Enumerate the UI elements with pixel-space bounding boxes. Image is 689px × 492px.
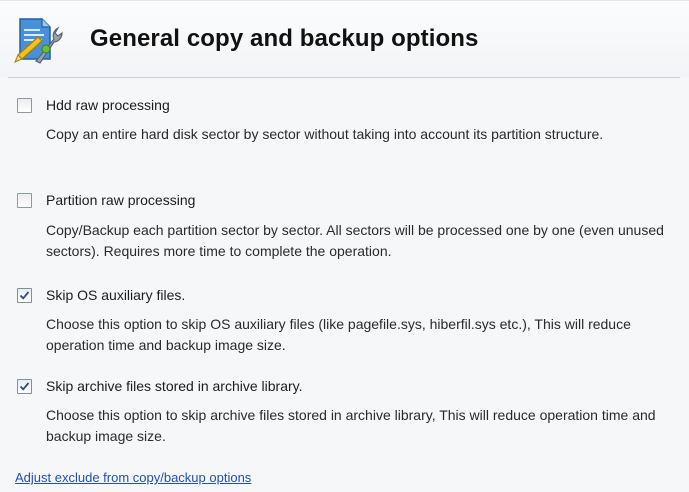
skip-os-auxiliary-files-description: Choose this option to skip OS auxiliary …: [46, 316, 631, 353]
checkmark-icon: [19, 382, 30, 391]
partition-raw-processing-label[interactable]: Partition raw processing: [46, 192, 195, 208]
skip-archive-files-label[interactable]: Skip archive files stored in archive lib…: [46, 378, 303, 394]
options-panel: General copy and backup options Hdd raw …: [0, 0, 689, 492]
partition-raw-processing-description: Copy/Backup each partition sector by sec…: [46, 222, 664, 259]
hdd-raw-processing-description: Copy an entire hard disk sector by secto…: [46, 126, 604, 142]
header-divider: [8, 77, 680, 78]
skip-os-auxiliary-files-checkbox[interactable]: [17, 288, 32, 303]
panel-header: General copy and backup options: [0, 1, 689, 77]
document-wrench-icon: [12, 15, 64, 67]
page-title: General copy and backup options: [90, 25, 479, 52]
hdd-raw-processing-checkbox[interactable]: [17, 98, 32, 113]
checkmark-icon: [19, 291, 30, 300]
adjust-exclude-options-link[interactable]: Adjust exclude from copy/backup options: [15, 470, 251, 485]
partition-raw-processing-checkbox[interactable]: [17, 193, 32, 208]
skip-archive-files-checkbox[interactable]: [17, 379, 32, 394]
skip-os-auxiliary-files-label[interactable]: Skip OS auxiliary files.: [46, 287, 185, 303]
hdd-raw-processing-label[interactable]: Hdd raw processing: [46, 97, 170, 113]
skip-archive-files-description: Choose this option to skip archive files…: [46, 407, 656, 444]
